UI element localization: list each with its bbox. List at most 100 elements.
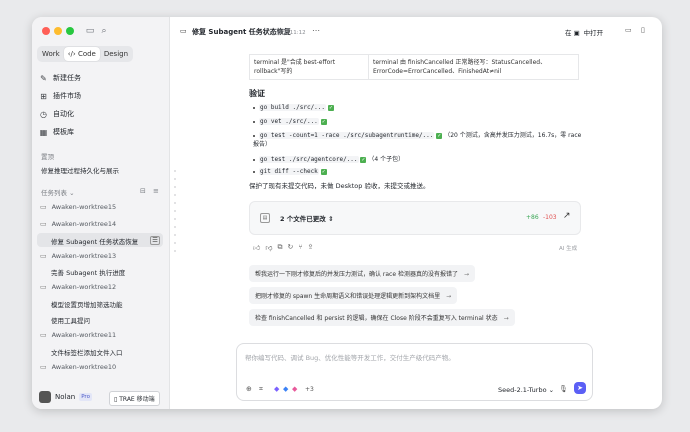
open-in-button[interactable]: 在 ▣ 中打开 [565,27,603,37]
pinned-label: 置顶 [41,153,54,161]
task-list-label[interactable]: 任务列表 ⌄ [41,187,75,197]
minimize-window-button[interactable] [54,27,62,35]
task-item[interactable]: 使用工具提问 [51,315,90,325]
composer[interactable]: 帮你编写代码、调试 Bug、优化性能等开发工作，交付生产级代码产物。 ⊕ ⌗ ◆… [236,343,593,401]
folder-worktree11[interactable]: ▭ Awaken-worktree11 [40,331,116,339]
folder-label: Awaken-worktree13 [51,252,117,260]
folder-worktree13[interactable]: ▭ Awaken-worktree13 [40,252,116,260]
files-changed-label: 2 个文件已更改 ⇕ [280,213,334,223]
code-snippet: go vet ./src/... [259,118,319,125]
task-panel-icon[interactable]: ☰ [150,236,160,245]
chevron-expand-icon: ⇕ [328,215,334,223]
suggestion-chip[interactable]: 把刚才修复的 spawn 生命周期语义和错误处理逻辑更新到架构文档里 → [249,287,458,304]
folder-worktree10[interactable]: ▭ Awaken-worktree10 [40,363,116,371]
nav-label: 新建任务 [53,74,81,82]
sidebar-toggle-icon[interactable]: ▭ [84,25,96,37]
share-icon[interactable]: ⇪ [308,243,314,252]
code-block-icon[interactable]: ⌗ [259,385,263,394]
layout-icon[interactable]: ▯ [641,26,645,34]
section-title: 验证 [249,89,265,98]
app-window: ▭ ⌕ Work ‹/› Code Design ✎ 新建任务 ⊞ 插件市场 ◷ 自动… [32,17,662,409]
folder-icon: ▭ [40,203,47,211]
mobile-mode-button[interactable]: ▯ TRAE 移动端 [109,391,160,406]
send-icon: ➤ [577,384,583,392]
folder-worktree15[interactable]: ▭ Awaken-worktree15 [40,203,116,211]
filter-icon[interactable]: ≡ [153,187,159,195]
suggestion-text: 检查 finishCancelled 和 persist 的逻辑，确保在 Clo… [255,315,498,322]
folder-worktree12[interactable]: ▭ Awaken-worktree12 [40,283,116,291]
placeholder-text: 帮你编写代码、调试 Bug、优化性能等开发工作，交付生产级代码产物。 [245,354,455,362]
tab-work[interactable]: Work [38,47,64,61]
close-window-button[interactable] [42,27,50,35]
tool-icon[interactable]: ◆ [292,385,297,393]
window-controls [42,27,74,35]
thumbs-down-icon[interactable]: 👎︎ [265,243,272,252]
zoom-window-button[interactable] [66,27,74,35]
sidebar: ▭ ⌕ Work ‹/› Code Design ✎ 新建任务 ⊞ 插件市场 ◷ 自动… [32,17,170,409]
extension-icon[interactable]: ◆ [274,385,279,393]
send-button[interactable]: ➤ [574,382,586,394]
list-item: git diff --check ✓ [253,167,327,176]
message-actions: 👍︎ 👎︎ ⧉ ↻ ⑂ ⇪ [253,243,313,252]
microphone-icon[interactable]: 🎙︎ [559,385,568,393]
code-icon: ‹/› [67,50,76,58]
table-row: terminal 是"合成 best-effort rollback"写的 te… [249,54,579,80]
more-icon[interactable]: ⋯ [312,26,320,35]
folder-worktree14[interactable]: ▭ Awaken-worktree14 [40,220,116,228]
retry-icon[interactable]: ↻ [287,243,293,252]
task-item[interactable]: 修复 Subagent 任务状态恢复 [51,236,138,246]
chevron-down-icon: ⌄ [69,189,75,197]
tab-design[interactable]: Design [100,47,132,61]
nav-new-task[interactable]: ✎ 新建任务 [39,73,81,83]
thumbs-up-icon[interactable]: 👍︎ [253,243,260,252]
tab-code-label: Code [77,50,96,58]
task-item[interactable]: 模型设置页增加筛选功能 [51,299,123,309]
plugin-icon: ⊞ [40,91,47,101]
open-target-label: 中打开 [583,29,604,37]
file-icon: ▤ [260,213,270,223]
header: ▭ 修复 Subagent 任务状态恢复 昨天 11:12 ⋯ 在 ▣ 中打开 … [169,17,662,45]
nav-label: 插件市场 [53,92,81,100]
task-item[interactable]: 完善 Subagent 执行进度 [51,267,125,277]
attach-icon[interactable]: ⊕ [246,385,252,393]
nav-plugins[interactable]: ⊞ 插件市场 [39,91,81,101]
folder-label: Awaken-worktree11 [51,331,117,339]
template-icon: ▦ [39,127,48,137]
folder-icon: ▭ [40,252,47,260]
nav-templates[interactable]: ▦ 模板库 [39,127,74,137]
files-changed-card[interactable]: ▤ 2 个文件已更改 ⇕ +86 -103 ↗ [249,201,581,235]
list-item: go vet ./src/... ✓ [253,117,327,126]
new-folder-icon[interactable]: ⊟ [140,187,146,195]
search-icon[interactable]: ⌕ [98,25,110,37]
mode-tabs: Work ‹/› Code Design [37,46,134,62]
suggestion-chip[interactable]: 帮我运行一下刚才修复后的并发压力测试，确认 race 检测器真的没有报错了 → [249,265,475,282]
folder-label: Awaken-worktree12 [51,283,117,291]
panel-icon[interactable]: ▭ [625,26,632,34]
user-profile[interactable]: Nolan Pro [39,391,92,403]
list-item: go test -count=1 -race ./src/subagentrun… [253,131,583,149]
table-cell: terminal 由 finishCancelled 正常路径写：StatusC… [368,54,579,80]
automation-icon: ◷ [40,109,47,119]
pro-badge: Pro [79,393,92,401]
model-selector[interactable]: Seed-2.1-Turbo ⌄ [498,386,554,394]
list-item-note: （4 个子包） [368,156,405,163]
copy-icon[interactable]: ⧉ [277,243,282,252]
folder-icon: ▭ [40,220,47,228]
task-item[interactable]: 文件标签栏添加文件入口 [51,347,123,357]
code-snippet: go build ./src/... [259,104,327,111]
composer-placeholder: 帮你编写代码、调试 Bug、优化性能等开发工作，交付生产级代码产物。 [245,352,455,362]
check-icon: ✓ [360,157,367,163]
arrow-right-icon: → [503,315,509,322]
nav-automation[interactable]: ◷ 自动化 [39,109,74,119]
branch-icon[interactable]: ⑂ [298,243,302,252]
more-tools-count[interactable]: +3 [305,386,314,393]
tab-code[interactable]: ‹/› Code [63,47,100,61]
pinned-task[interactable]: 修复推理过程持久化与展示 [41,165,119,175]
list-item: go build ./src/... ✓ [253,103,334,112]
open-diff-icon[interactable]: ↗ [563,211,571,221]
arrow-right-icon: → [463,271,469,278]
figma-icon[interactable]: ◆ [283,385,288,393]
open-in-label: 在 [565,29,572,37]
suggestion-chip[interactable]: 检查 finishCancelled 和 persist 的逻辑，确保在 Clo… [249,309,515,326]
check-icon: ✓ [436,133,443,139]
